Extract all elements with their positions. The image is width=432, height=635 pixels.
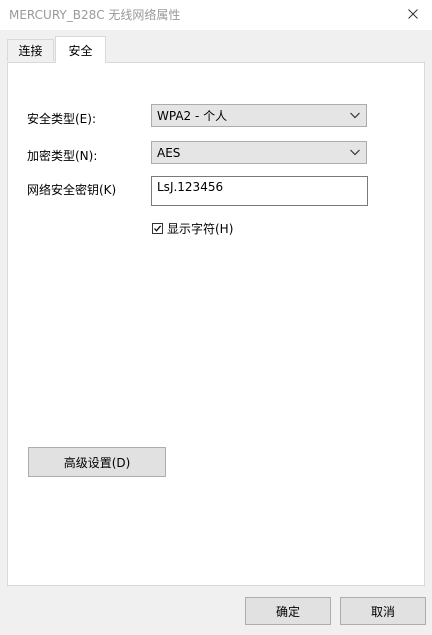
cancel-button[interactable]: 取消 — [340, 597, 426, 625]
network-key-label: 网络安全密钥(K) — [27, 183, 117, 197]
security-type-value: WPA2 - 个人 — [157, 109, 228, 123]
tab-connection-label: 连接 — [18, 44, 43, 58]
encryption-type-value: AES — [157, 145, 181, 160]
ok-button[interactable]: 确定 — [245, 597, 331, 625]
advanced-settings-button[interactable]: 高级设置(D) — [28, 447, 166, 477]
tab-connection[interactable]: 连接 — [7, 39, 54, 61]
security-type-select[interactable]: WPA2 - 个人 — [151, 104, 367, 127]
advanced-settings-label: 高级设置(D) — [63, 455, 131, 470]
chevron-down-icon — [350, 149, 360, 156]
show-chars-label: 显示字符(H) — [167, 222, 234, 236]
cancel-button-label: 取消 — [370, 604, 395, 619]
window-title: MERCURY_B28C 无线网络属性 — [9, 8, 181, 22]
network-key-input[interactable]: LsJ.123456 — [151, 176, 368, 206]
checkbox-box[interactable] — [152, 223, 163, 234]
tab-security[interactable]: 安全 — [55, 36, 106, 63]
checkmark-icon — [154, 225, 162, 232]
show-chars-checkbox[interactable]: 显示字符(H) — [152, 220, 233, 237]
encryption-type-label: 加密类型(N): — [27, 149, 98, 163]
chevron-down-icon — [350, 112, 360, 119]
encryption-type-select[interactable]: AES — [151, 141, 367, 164]
network-key-value: LsJ.123456 — [157, 180, 224, 194]
close-icon — [408, 9, 418, 19]
ok-button-label: 确定 — [275, 604, 300, 619]
security-type-label: 安全类型(E): — [27, 112, 96, 126]
title-bar: MERCURY_B28C 无线网络属性 — [0, 0, 432, 30]
tab-security-label: 安全 — [68, 43, 93, 58]
close-button[interactable] — [394, 0, 432, 28]
